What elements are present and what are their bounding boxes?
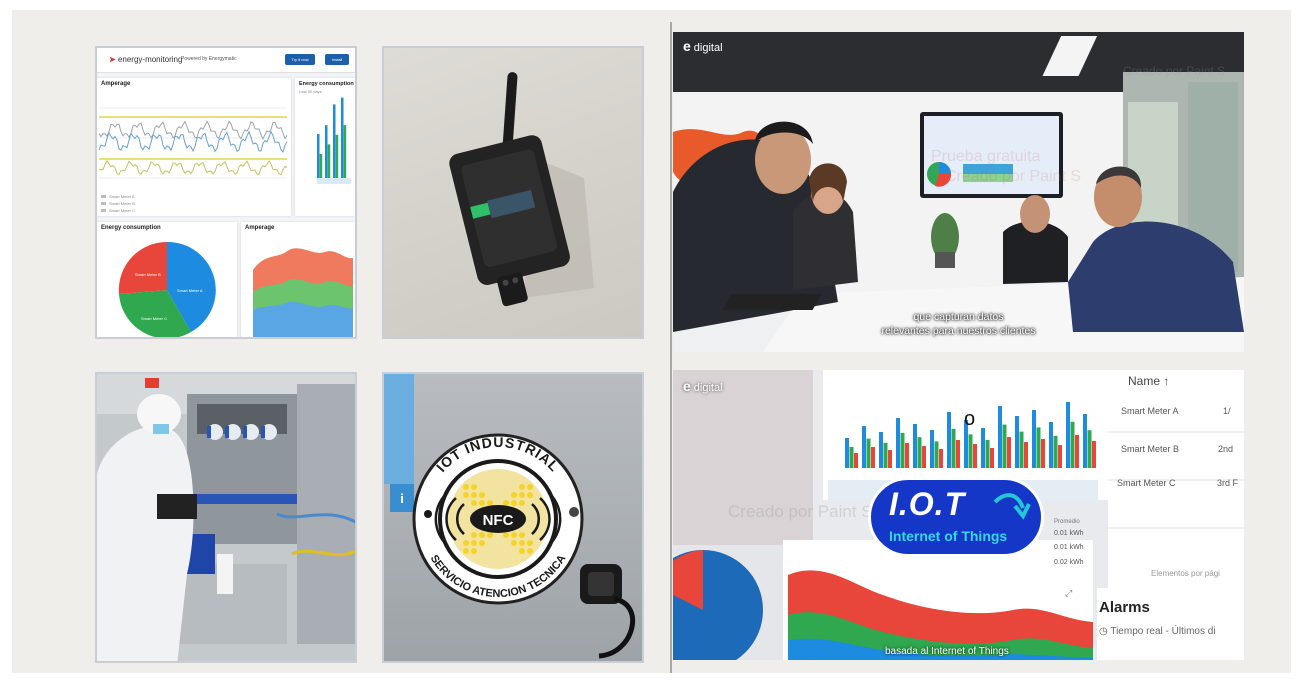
- area-card: Amperage: [241, 222, 355, 337]
- watermark-text: Prueba gratuita: [931, 148, 1041, 165]
- legend-row-a: Smart Meter A: [109, 194, 135, 199]
- try-button[interactable]: Try it now: [285, 54, 315, 65]
- area-chart: [253, 248, 353, 337]
- pie-card: Energy consumption Smart Meter A Smart M…: [97, 222, 237, 337]
- kwh-b: 0.01 kWh: [1054, 544, 1084, 551]
- legend-row-c: Smart Meter C: [109, 208, 135, 213]
- amperage-line-card: Amperage Smart Meter A Smart Meter B Sma…: [97, 78, 291, 216]
- arrow-icon: [993, 493, 1031, 520]
- subtitle-line-2: relevantes para nuestros clientes: [881, 325, 1036, 337]
- kwh-c: 0.02 kWh: [1054, 559, 1084, 566]
- sensor-device: [449, 72, 594, 307]
- meter-b-label: Smart Meter B: [1121, 444, 1180, 454]
- meter-a-value: 1/: [1223, 406, 1231, 416]
- watermark-corner: Creado por Paint S: [1123, 64, 1226, 78]
- alarms-title: Alarms: [1099, 599, 1150, 616]
- dashboard-subtitle: Powered by Energymatic: [181, 56, 237, 62]
- cursor-glyph: o: [964, 408, 976, 430]
- clock-icon: ◷: [1099, 626, 1108, 637]
- kwh-a: 0.01 kWh: [1054, 530, 1084, 537]
- install-button[interactable]: Install: [325, 54, 349, 65]
- bar-chart: [317, 97, 351, 184]
- iot-badge-title: I.O.T: [889, 486, 966, 522]
- dashboard-screenshot: ➤ energy-monitoring Powered by Energymat…: [95, 46, 357, 339]
- meter-b-value: 2nd: [1218, 444, 1234, 454]
- cable-gland: [580, 564, 635, 659]
- expand-icon[interactable]: ⤢: [1065, 588, 1072, 599]
- pie-label-c: Smart Meter C: [141, 316, 167, 321]
- alarms-subtitle: ◷ Tiempo real - Últimos di: [1099, 626, 1216, 637]
- meter-c-value: 3rd F: [1217, 478, 1239, 488]
- pie-slice-b: [118, 241, 167, 294]
- bottom-caption: basada al Internet of Things: [885, 646, 1009, 657]
- table-header-name[interactable]: Name ↑: [1128, 374, 1169, 388]
- pie-label-b: Smart Meter B: [135, 272, 161, 277]
- watermark-iot: Creado por Paint S: [728, 502, 873, 521]
- nfc-sticker: IOT INDUSTRIAL SERVICIO ATENCION TECNICA…: [384, 374, 635, 659]
- worker-photo: [95, 372, 357, 663]
- nfc-sticker-photo: IOT INDUSTRIAL SERVICIO ATENCION TECNICA…: [382, 372, 644, 663]
- video-subtitle: que capturan datos relevantes para nuest…: [773, 310, 1144, 338]
- iot-badge: I.O.T Internet of Things: [868, 477, 1044, 557]
- dashboard-header: ➤ energy-monitoring Powered by Energymat…: [97, 48, 355, 73]
- worker-suit: [97, 426, 194, 661]
- promedio-label: Promedio: [1054, 519, 1080, 525]
- watermark-text-2: Creado por Paint S: [945, 168, 1082, 185]
- meter-a-label: Smart Meter A: [1121, 406, 1179, 416]
- meter-c-label: Smart Meter C: [1117, 478, 1176, 488]
- energy-bar-card: Energy consumption Last 30 days: [295, 78, 355, 216]
- nfc-label: NFC: [483, 512, 514, 529]
- collage-divider: [670, 22, 672, 673]
- iot-sensor-photo: [382, 46, 644, 339]
- meeting-scene: [673, 32, 1244, 352]
- legend-row-b: Smart Meter B: [109, 201, 135, 206]
- meeting-video-frame: e digital Prueba gratuita Creado por Pain…: [673, 32, 1244, 352]
- pager-label[interactable]: Elementos por pági: [1151, 569, 1220, 578]
- subtitle-line-1: que capturan datos: [913, 311, 1004, 323]
- iot-video-frame: e digital o Name ↑ Smart Meter A Smart Me…: [673, 370, 1244, 660]
- factory-scene: [97, 374, 355, 661]
- pie-chart: Smart Meter A Smart Meter B Smart Meter …: [118, 241, 216, 337]
- info-icon-glyph: i: [400, 491, 404, 506]
- dashboard-logo: ➤ energy-monitoring: [109, 55, 183, 64]
- pie-label-a: Smart Meter A: [177, 288, 203, 293]
- iot-badge-subtitle: Internet of Things: [889, 528, 1008, 544]
- edigital-logo-2: e digital: [683, 378, 723, 394]
- line-chart: Smart Meter A Smart Meter B Smart Meter …: [98, 107, 288, 213]
- edigital-logo: e digital: [683, 38, 723, 54]
- dashboard-app-name: energy-monitoring: [117, 55, 183, 64]
